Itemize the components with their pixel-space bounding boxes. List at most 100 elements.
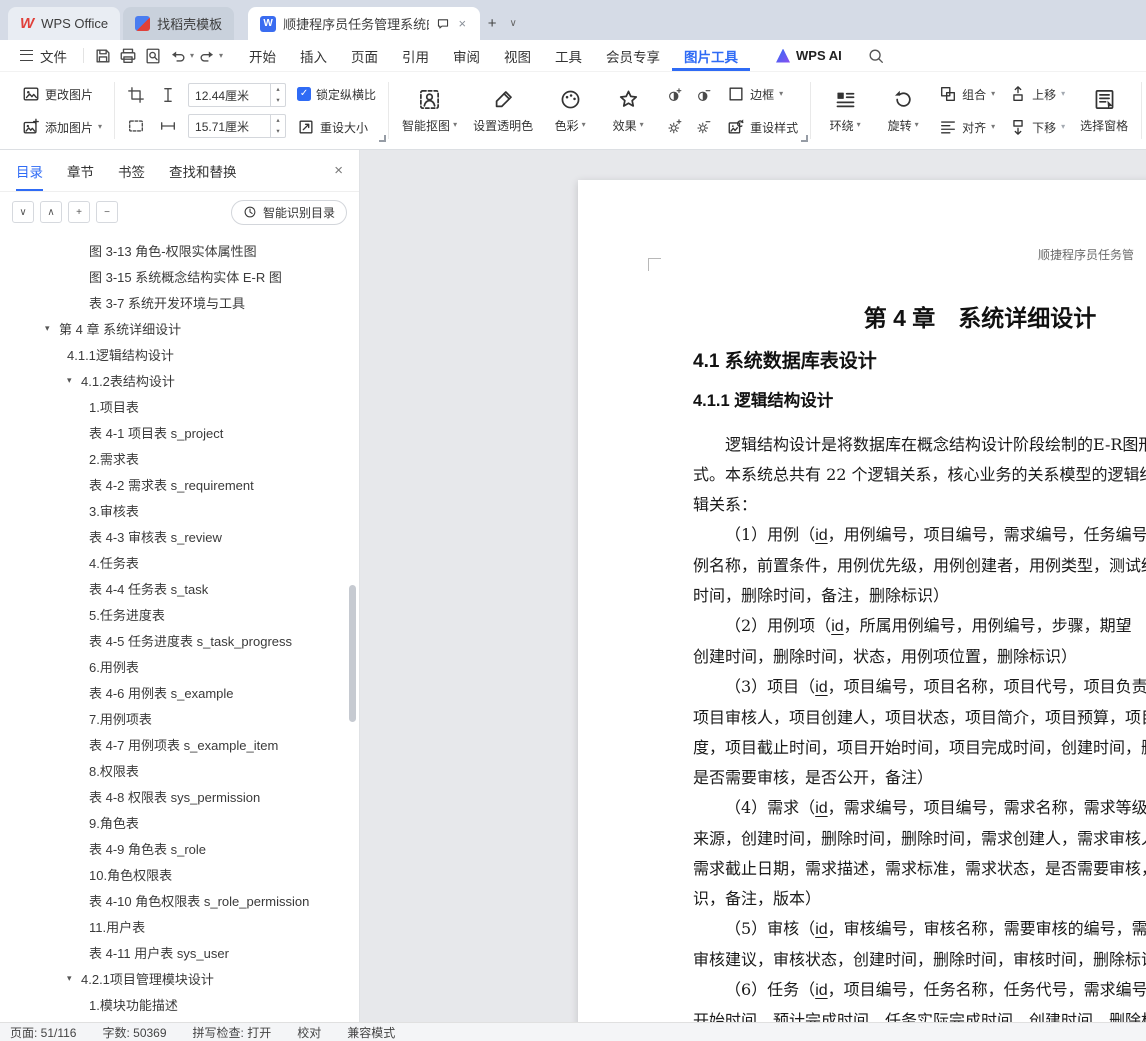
zoom-in-outline-button[interactable]: + xyxy=(68,201,90,223)
toc-item[interactable]: 表 3-7 系统开发环境与工具 xyxy=(0,289,359,315)
toc-item[interactable]: 表 4-6 用例表 s_example xyxy=(0,679,359,705)
expand-all-button[interactable]: ∧ xyxy=(40,201,62,223)
wps-ai-button[interactable]: WPS AI xyxy=(776,48,842,63)
comment-icon[interactable] xyxy=(436,17,450,31)
move-down-button[interactable]: 下移 ▾ xyxy=(1006,114,1068,140)
toc-item[interactable]: 11.用户表 xyxy=(0,913,359,939)
sidebar-tab-章节[interactable]: 章节 xyxy=(67,150,94,191)
collapse-all-button[interactable]: ∨ xyxy=(12,201,34,223)
spinner-up-icon[interactable]: ▴ xyxy=(271,84,285,95)
toc-item[interactable]: 6.用例表 xyxy=(0,653,359,679)
toc-item[interactable]: 表 4-1 项目表 s_project xyxy=(0,419,359,445)
menu-item-引用[interactable]: 引用 xyxy=(390,40,441,71)
toc-item[interactable]: 8.权限表 xyxy=(0,757,359,783)
redo-button[interactable] xyxy=(194,44,219,68)
toc-item[interactable]: ▾ 第 4 章 系统详细设计 xyxy=(0,315,359,341)
file-menu-button[interactable]: 文件 xyxy=(10,40,77,71)
tab-wps-office[interactable]: W WPS Office xyxy=(8,7,121,40)
picture-outline-button[interactable] xyxy=(124,114,148,138)
smart-cutout-button[interactable]: 智能抠图 ▾ xyxy=(398,88,461,134)
width-value[interactable]: 15.71厘米 xyxy=(189,118,270,135)
toc-item[interactable]: 表 4-5 任务进度表 s_task_progress xyxy=(0,627,359,653)
sidebar-tab-目录[interactable]: 目录 xyxy=(16,150,43,191)
toc-item[interactable]: 表 4-2 需求表 s_requirement xyxy=(0,471,359,497)
width-stepper[interactable]: 15.71厘米 ▴ ▾ xyxy=(188,114,287,138)
crop-button[interactable] xyxy=(124,83,148,107)
toc-item[interactable]: ▾ 4.1.2表结构设计 xyxy=(0,367,359,393)
reset-style-button[interactable]: 重设样式 xyxy=(724,114,801,140)
height-stepper[interactable]: 12.44厘米 ▴ ▾ xyxy=(188,83,287,107)
dialog-launcher-icon[interactable] xyxy=(379,135,387,142)
menu-item-页面[interactable]: 页面 xyxy=(339,40,390,71)
spinner-down-icon[interactable]: ▾ xyxy=(271,126,285,137)
word-count[interactable]: 字数: 50369 xyxy=(102,1024,166,1041)
toc-expand-arrow-icon[interactable]: ▾ xyxy=(67,375,81,386)
toc-item[interactable]: 表 4-9 角色表 s_role xyxy=(0,835,359,861)
toc-item[interactable]: 图 3-15 系统概念结构实体 E-R 图 xyxy=(0,263,359,289)
print-preview-button[interactable] xyxy=(140,44,165,68)
align-button[interactable]: 对齐 ▾ xyxy=(936,114,998,140)
color-button[interactable]: 色彩 ▾ xyxy=(545,88,595,134)
search-icon[interactable] xyxy=(864,44,889,68)
toc-item[interactable]: 表 4-4 任务表 s_task xyxy=(0,575,359,601)
menu-item-插入[interactable]: 插入 xyxy=(288,40,339,71)
menu-item-会员专享[interactable]: 会员专享 xyxy=(594,40,672,71)
page-indicator[interactable]: 页面: 51/116 xyxy=(10,1024,76,1041)
toc-item[interactable]: 表 4-8 权限表 sys_permission xyxy=(0,783,359,809)
toc-item[interactable]: 表 4-10 角色权限表 s_role_permission xyxy=(0,887,359,913)
sidebar-scrollbar-thumb[interactable] xyxy=(349,585,356,722)
menu-item-图片工具[interactable]: 图片工具 xyxy=(672,40,750,71)
height-value[interactable]: 12.44厘米 xyxy=(189,87,270,104)
group-button[interactable]: 组合 ▾ xyxy=(936,81,998,107)
redo-dropdown-icon[interactable]: ▾ xyxy=(219,51,223,60)
save-button[interactable] xyxy=(90,44,115,68)
spinner-up-icon[interactable]: ▴ xyxy=(271,115,285,126)
menu-item-工具[interactable]: 工具 xyxy=(543,40,594,71)
toc-expand-arrow-icon[interactable]: ▾ xyxy=(67,973,81,984)
menu-item-开始[interactable]: 开始 xyxy=(237,40,288,71)
effect-button[interactable]: 效果 ▾ xyxy=(603,88,653,134)
add-picture-button[interactable]: 添加图片 ▾ xyxy=(19,114,105,140)
change-picture-button[interactable]: 更改图片 xyxy=(19,81,105,107)
spinner-down-icon[interactable]: ▾ xyxy=(271,95,285,106)
toc-item[interactable]: 表 4-7 用例项表 s_example_item xyxy=(0,731,359,757)
selection-pane-button[interactable]: 选择窗格 xyxy=(1076,88,1132,134)
brightness-up-button[interactable] xyxy=(661,113,687,139)
toc-item[interactable]: 1.项目表 xyxy=(0,393,359,419)
menu-item-视图[interactable]: 视图 xyxy=(492,40,543,71)
tab-list-chevron-icon[interactable]: ∨ xyxy=(504,10,522,36)
toc-item[interactable]: ▾ 4.2.1项目管理模块设计 xyxy=(0,965,359,991)
move-up-button[interactable]: 上移 ▾ xyxy=(1006,81,1068,107)
toc-item[interactable]: 4.1.1逻辑结构设计 xyxy=(0,341,359,367)
toc-item[interactable]: 9.角色表 xyxy=(0,809,359,835)
new-tab-button[interactable]: + xyxy=(480,10,504,36)
toc-expand-arrow-icon[interactable]: ▾ xyxy=(45,323,59,334)
spellcheck-status[interactable]: 拼写检查: 打开 xyxy=(193,1024,272,1041)
dialog-launcher-icon[interactable] xyxy=(801,135,809,142)
toc-item[interactable]: 2.需求表 xyxy=(0,445,359,471)
toc-item[interactable]: 5.任务进度表 xyxy=(0,601,359,627)
wrap-button[interactable]: 环绕 ▾ xyxy=(820,88,870,134)
contrast-up-button[interactable] xyxy=(661,82,687,108)
sidebar-tab-书签[interactable]: 书签 xyxy=(118,150,145,191)
toc-item[interactable]: 图 3-13 角色-权限实体属性图 xyxy=(0,237,359,263)
proofread-button[interactable]: 校对 xyxy=(297,1024,321,1041)
contrast-down-button[interactable] xyxy=(690,82,716,108)
toc-item[interactable]: 表 4-3 审核表 s_review xyxy=(0,523,359,549)
set-transparent-button[interactable]: 设置透明色 xyxy=(469,88,537,134)
brightness-down-button[interactable] xyxy=(690,113,716,139)
reset-size-button[interactable]: 重设大小 xyxy=(294,114,379,140)
tab-docer-templates[interactable]: 找稻壳模板 xyxy=(123,7,235,40)
toc-item[interactable]: 7.用例项表 xyxy=(0,705,359,731)
toc-item[interactable]: 表 4-11 用户表 sys_user xyxy=(0,939,359,965)
zoom-out-outline-button[interactable]: − xyxy=(96,201,118,223)
toc-item[interactable]: 3.审核表 xyxy=(0,497,359,523)
border-button[interactable]: 边框 ▾ xyxy=(724,81,801,107)
toc-item[interactable]: 4.任务表 xyxy=(0,549,359,575)
document-page[interactable]: 顺捷程序员任务管 第 4 章 系统详细设计 4.1 系统数据库表设计 4.1.1… xyxy=(578,180,1146,1022)
smart-identify-toc-button[interactable]: 智能识别目录 xyxy=(230,199,347,225)
undo-button[interactable] xyxy=(165,44,190,68)
close-tab-icon[interactable]: × xyxy=(457,16,469,31)
toc-item[interactable]: 1.模块功能描述 xyxy=(0,991,359,1017)
tab-current-document[interactable]: W 顺捷程序员任务管理系统的设 × xyxy=(248,7,481,40)
